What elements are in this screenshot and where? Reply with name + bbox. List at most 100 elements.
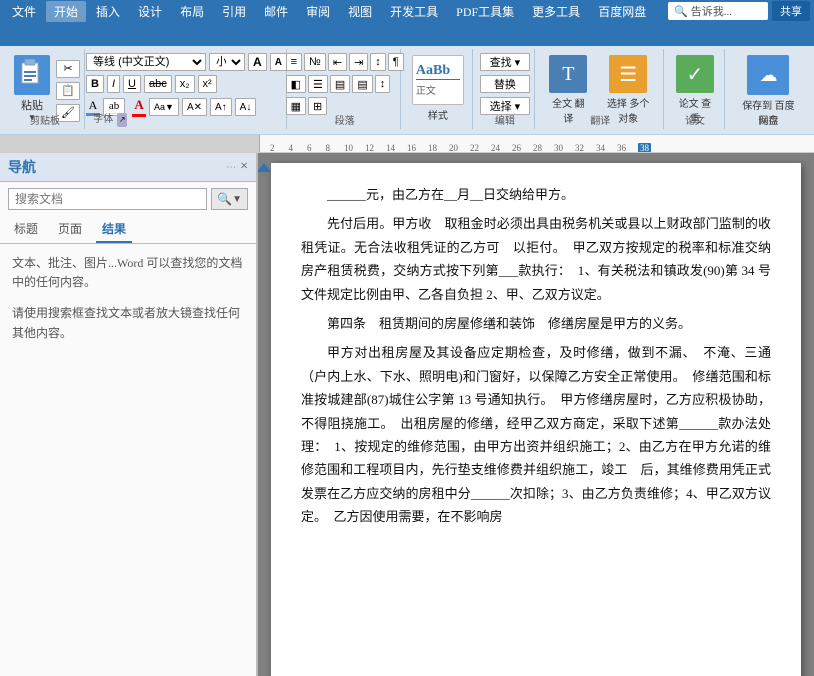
select-multi-icon: ☰ [609,55,647,93]
font-aa2-button[interactable]: A↓ [235,98,257,116]
bold-button[interactable]: B [86,75,104,93]
edit-label: 编辑 [475,112,534,127]
numbering-button[interactable]: № [304,53,326,71]
doc-area[interactable]: ______元，由乙方在__月__日交纳给甲方。 先付后用。甲方收 取租金时必须… [258,153,814,676]
font-name-select[interactable]: 等线 (中文正文) [86,53,206,71]
menu-reference[interactable]: 引用 [214,1,254,22]
font-color-button[interactable]: A [132,97,146,117]
para-row1: ≡ № ⇤ ⇥ ↕ ¶ [286,53,404,71]
line-spacing-button[interactable]: ↕ [375,75,391,93]
search-icon: 🔍 [217,192,232,207]
nav-tabs: 标题 页面 结果 [0,216,256,244]
menu-bar-right: 🔍 告诉我... 共享 [668,1,810,21]
nav-tab-title[interactable]: 标题 [8,216,44,243]
indent-increase-button[interactable]: ⇥ [349,53,368,71]
translate-group: T 全文 翻译 ☰ 选择 多个对象 翻译 [537,49,664,129]
menu-start[interactable]: 开始 [46,1,86,22]
menu-review[interactable]: 审阅 [298,1,338,22]
styles-button[interactable]: AaBb 正文 样式 [406,53,470,124]
justify-button[interactable]: ▤ [352,75,372,93]
styles-content: AaBb 正文 样式 [406,49,470,138]
font-size-select[interactable]: 小四 [209,53,245,71]
menu-baidu[interactable]: 百度网盘 [590,1,654,22]
menu-dev[interactable]: 开发工具 [382,1,446,22]
doc-page: ______元，由乙方在__月__日交纳给甲方。 先付后用。甲方收 取租金时必须… [271,163,801,676]
nav-body: 文本、批注、图片...Word 可以查找您的文档中的任何内容。 请使用搜索框查找… [0,244,256,676]
underline-button[interactable]: U [123,75,141,93]
nav-body-text2: 请使用搜索框查找文本或者放大镜查找任何其他内容。 [12,304,244,342]
find-button[interactable]: 查找 ▾ [480,53,530,71]
ruler: 2 4 6 8 10 12 14 16 18 20 22 24 26 28 30… [0,135,814,153]
nav-body-text1: 文本、批注、图片...Word 可以查找您的文档中的任何内容。 [12,254,244,292]
subscript-button[interactable]: x₂ [175,75,195,93]
new-group-content: ✓ 论文 查重 [670,49,720,141]
replace-button[interactable]: 替换 [480,75,530,93]
menu-pdf[interactable]: PDF工具集 [448,1,522,22]
font-shrink-button[interactable]: A [270,53,287,71]
align-right-button[interactable]: ▤ [330,75,350,93]
clipboard-group: 粘贴 ▼ ✂ 📋 🖌 剪贴板 [4,49,85,129]
menu-view[interactable]: 视图 [340,1,380,22]
doc-para-4: 甲方对出租房屋及其设备应定期检查，及时修缮，做到不漏、 不淹、三通（户内上水、下… [301,341,771,528]
styles-label: 样式 [428,107,448,122]
font-group: 等线 (中文正文) 小四 A A B I U abc x₂ x² [87,49,287,129]
paste-icon [14,55,50,95]
menu-more[interactable]: 更多工具 [524,1,588,22]
nav-search-input[interactable] [8,188,207,210]
doc-container: ______元，由乙方在__月__日交纳给甲方。 先付后用。甲方收 取租金时必须… [271,163,801,666]
ribbon: 粘贴 ▼ ✂ 📋 🖌 剪贴板 等线 (中文正文) [0,22,814,135]
translate-content: T 全文 翻译 ☰ 选择 多个对象 [543,49,657,141]
font-row2: B I U abc x₂ x² [86,75,217,93]
nav-search-button[interactable]: 🔍 ▼ [211,188,248,210]
bullets-button[interactable]: ≡ [286,53,302,71]
nav-header: 导航 ⋯ × [0,153,256,182]
clear-format-button[interactable]: A✕ [182,98,207,116]
translate-icon: T [549,55,587,93]
ribbon-tabs [0,22,814,46]
font-expand-button[interactable]: Aa▼ [149,98,179,116]
align-center-button[interactable]: ☰ [308,75,328,93]
save-group: ☁ 保存到 百度网盘 保存 [727,49,810,129]
font-expand-icon[interactable]: ↗ [117,113,127,127]
show-para-button[interactable]: ¶ [388,53,404,71]
styles-icon: AaBb 正文 [412,55,464,105]
menu-layout[interactable]: 布局 [172,1,212,22]
nav-tab-results[interactable]: 结果 [96,216,132,243]
menu-mail[interactable]: 邮件 [256,1,296,22]
tell-me-box[interactable]: 🔍 告诉我... [668,2,768,20]
new-group: ✓ 论文 查重 论文 [666,49,725,129]
tell-me-text: 告诉我... [691,3,732,19]
copy-button[interactable]: 📋 [56,82,80,100]
align-left-button[interactable]: ◧ [286,75,306,93]
nav-title: 导航 [8,157,36,177]
nav-search-row: 🔍 ▼ [0,182,256,216]
doc-para-3: 第四条 租赁期间的房屋修缮和装饰 修缮房屋是甲方的义务。 [301,312,771,335]
italic-button[interactable]: I [107,75,120,93]
doc-para-2: 先付后用。甲方收 取租金时必须出具由税务机关或县以上财政部门监制的收租凭证。无合… [301,212,771,306]
share-button[interactable]: 共享 [772,1,810,21]
sort-button[interactable]: ↕ [370,53,386,71]
nav-expand-icon[interactable]: ⋯ [226,162,236,173]
nav-tab-page[interactable]: 页面 [52,216,88,243]
menu-file[interactable]: 文件 [4,1,44,22]
superscript-button[interactable]: x² [198,75,217,93]
paragraph-label: 段落 [289,112,400,127]
clipboard-label: 剪贴板 [5,112,85,127]
para-row2: ◧ ☰ ▤ ▤ ↕ [286,75,391,93]
main-area: 导航 ⋯ × 🔍 ▼ 标题 页面 结果 文本、批注、图片...Word 可以查找… [0,153,814,676]
nav-header-controls: ⋯ × [226,159,248,175]
nav-close-button[interactable]: × [240,159,248,175]
strikethrough-button[interactable]: abc [144,75,172,93]
menu-design[interactable]: 设计 [130,1,170,22]
menu-insert[interactable]: 插入 [88,1,128,22]
edit-group: 查找 ▾ 替换 选择 ▾ 编辑 [475,49,535,129]
font-label-area: 字体 ↗ [91,112,127,127]
cut-button[interactable]: ✂ [56,60,80,78]
font-aa-button[interactable]: A↑ [210,98,232,116]
doc-para-1: ______元，由乙方在__月__日交纳给甲方。 [301,183,771,206]
paper-check-icon: ✓ [676,55,714,93]
menu-items: 文件 开始 插入 设计 布局 引用 邮件 审阅 视图 开发工具 PDF工具集 更… [4,1,668,22]
indent-decrease-button[interactable]: ⇤ [328,53,347,71]
font-grow-button[interactable]: A [248,53,267,71]
font-row1: 等线 (中文正文) 小四 A A [86,53,287,71]
